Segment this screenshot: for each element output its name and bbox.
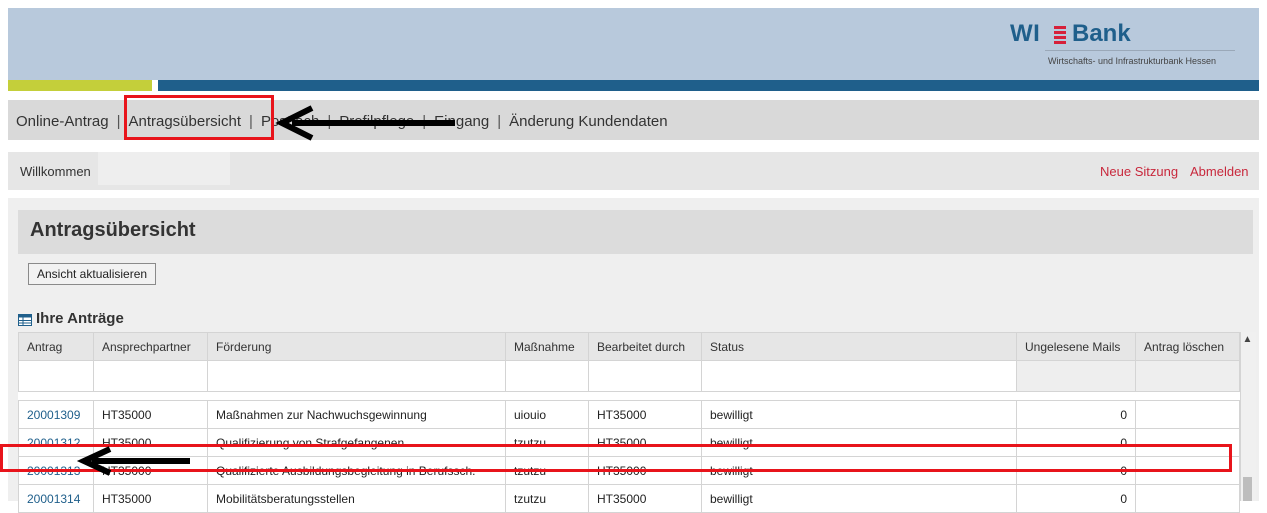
annotation-arrows <box>76 105 455 476</box>
annotation-arrow-row-icon <box>76 446 190 476</box>
annotation-arrow-nav-icon <box>275 105 455 141</box>
